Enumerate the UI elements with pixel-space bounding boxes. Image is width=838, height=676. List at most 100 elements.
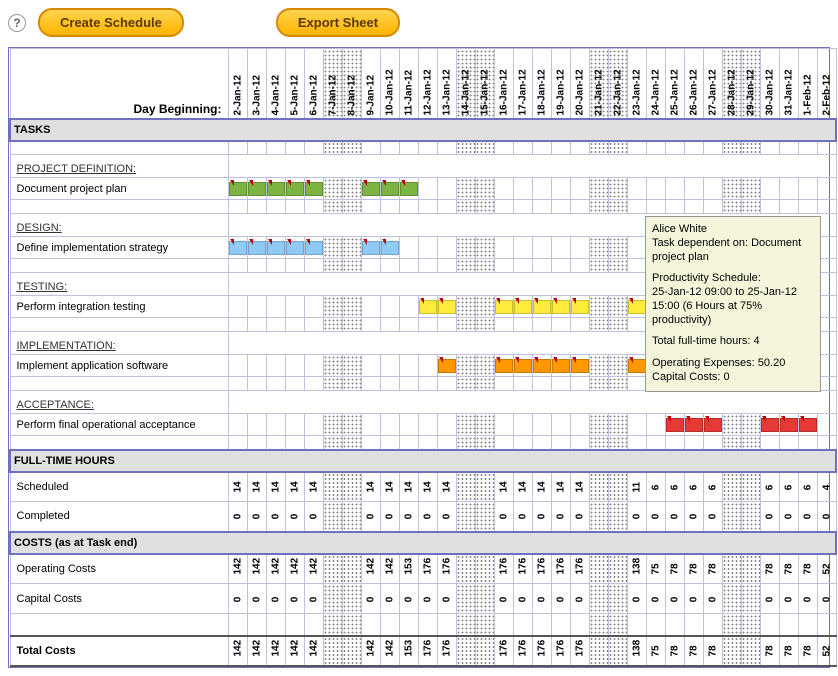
date-header: 17-Jan-12 xyxy=(513,49,532,119)
gantt-bar-cell[interactable] xyxy=(437,355,456,377)
gantt-bar-cell[interactable] xyxy=(228,178,247,200)
gantt-bar-cell[interactable] xyxy=(437,296,456,318)
gantt-bar-cell[interactable] xyxy=(779,414,798,436)
gantt-bar-cell[interactable] xyxy=(380,237,399,259)
gantt-bar-cell[interactable] xyxy=(532,355,551,377)
header-row: Day Beginning: 2-Jan-12 3-Jan-12 4-Jan-1… xyxy=(10,49,836,119)
task-tooltip: Alice White Task dependent on: Document … xyxy=(645,216,821,392)
gantt-bar-cell[interactable] xyxy=(703,414,722,436)
date-header: 3-Jan-12 xyxy=(247,49,266,119)
value-cell xyxy=(589,636,608,666)
gantt-bar-cell[interactable] xyxy=(247,237,266,259)
value-cell: 6 xyxy=(665,472,684,502)
value-cell xyxy=(741,472,760,502)
row-total-costs: Total Costs xyxy=(10,636,228,666)
gantt-bar-cell[interactable] xyxy=(627,296,646,318)
gantt-bar-cell[interactable] xyxy=(551,355,570,377)
gantt-bar-cell[interactable] xyxy=(513,296,532,318)
row-operating-costs: Operating Costs xyxy=(10,554,228,584)
value-cell: 176 xyxy=(570,554,589,584)
gantt-bar-cell[interactable] xyxy=(570,296,589,318)
gantt-bar-cell[interactable] xyxy=(494,355,513,377)
value-cell: 0 xyxy=(304,502,323,532)
value-cell: 6 xyxy=(760,472,779,502)
gantt-bar-cell[interactable] xyxy=(418,296,437,318)
value-cell: 14 xyxy=(399,472,418,502)
date-header: 2-Feb-12 xyxy=(817,49,836,119)
gantt-bar-cell[interactable] xyxy=(494,296,513,318)
value-cell: 0 xyxy=(532,502,551,532)
gantt-bar-cell[interactable] xyxy=(551,296,570,318)
category-project-def: PROJECT DEFINITION: xyxy=(10,155,228,178)
gantt-bar-cell[interactable] xyxy=(304,237,323,259)
gantt-bar-cell[interactable] xyxy=(247,178,266,200)
value-cell: 142 xyxy=(285,636,304,666)
date-header: 8-Jan-12 xyxy=(342,49,361,119)
value-cell: 14 xyxy=(266,472,285,502)
gantt-bar-cell[interactable] xyxy=(627,355,646,377)
value-cell: 14 xyxy=(304,472,323,502)
value-cell: 11 xyxy=(627,472,646,502)
value-cell: 78 xyxy=(684,554,703,584)
gantt-bar-cell[interactable] xyxy=(304,178,323,200)
gantt-bar-cell[interactable] xyxy=(285,178,304,200)
value-cell: 14 xyxy=(551,472,570,502)
value-cell: 0 xyxy=(665,502,684,532)
gantt-bar-cell[interactable] xyxy=(361,237,380,259)
gantt-bar-cell[interactable] xyxy=(285,237,304,259)
date-header: 25-Jan-12 xyxy=(665,49,684,119)
gantt-bar-cell[interactable] xyxy=(228,237,247,259)
export-sheet-button[interactable]: Export Sheet xyxy=(276,8,400,37)
value-cell: 153 xyxy=(399,554,418,584)
value-cell: 0 xyxy=(551,584,570,614)
value-cell: 153 xyxy=(399,636,418,666)
date-header: 2-Jan-12 xyxy=(228,49,247,119)
date-header: 23-Jan-12 xyxy=(627,49,646,119)
value-cell xyxy=(589,554,608,584)
gantt-bar-cell[interactable] xyxy=(684,414,703,436)
date-header: 14-Jan-12 xyxy=(456,49,475,119)
value-cell: 176 xyxy=(513,636,532,666)
value-cell xyxy=(608,584,627,614)
gantt-bar-cell[interactable] xyxy=(266,237,285,259)
value-cell: 176 xyxy=(532,636,551,666)
gantt-bar-cell[interactable] xyxy=(513,355,532,377)
date-header: 7-Jan-12 xyxy=(323,49,342,119)
value-cell: 0 xyxy=(494,584,513,614)
value-cell: 0 xyxy=(304,584,323,614)
date-header: 27-Jan-12 xyxy=(703,49,722,119)
date-header: 30-Jan-12 xyxy=(760,49,779,119)
date-header: 6-Jan-12 xyxy=(304,49,323,119)
gantt-bar-cell[interactable] xyxy=(665,414,684,436)
gantt-bar-cell[interactable] xyxy=(570,355,589,377)
help-icon[interactable]: ? xyxy=(8,14,26,32)
create-schedule-button[interactable]: Create Schedule xyxy=(38,8,184,37)
gantt-bar-cell[interactable] xyxy=(361,178,380,200)
value-cell: 142 xyxy=(304,636,323,666)
gantt-bar-cell[interactable] xyxy=(532,296,551,318)
toolbar: ? Create Schedule Export Sheet xyxy=(8,8,830,37)
value-cell: 14 xyxy=(361,472,380,502)
gantt-bar-cell[interactable] xyxy=(760,414,779,436)
gantt-bar-cell[interactable] xyxy=(399,178,418,200)
date-header: 10-Jan-12 xyxy=(380,49,399,119)
value-cell: 0 xyxy=(627,502,646,532)
value-cell: 4 xyxy=(817,472,836,502)
value-cell: 0 xyxy=(646,502,665,532)
value-cell: 142 xyxy=(228,554,247,584)
value-cell: 0 xyxy=(779,502,798,532)
gantt-bar-cell[interactable] xyxy=(798,414,817,436)
value-cell: 0 xyxy=(399,584,418,614)
value-cell xyxy=(323,502,342,532)
value-cell: 176 xyxy=(532,554,551,584)
fth-section-header: FULL-TIME HOURS xyxy=(10,450,836,472)
date-header: 31-Jan-12 xyxy=(779,49,798,119)
value-cell xyxy=(456,502,475,532)
tasks-section-header: TASKS xyxy=(10,119,836,141)
value-cell: 0 xyxy=(380,584,399,614)
date-header: 15-Jan-12 xyxy=(475,49,494,119)
gantt-bar-cell[interactable] xyxy=(380,178,399,200)
gantt-bar-cell[interactable] xyxy=(266,178,285,200)
value-cell: 0 xyxy=(247,584,266,614)
value-cell xyxy=(342,554,361,584)
